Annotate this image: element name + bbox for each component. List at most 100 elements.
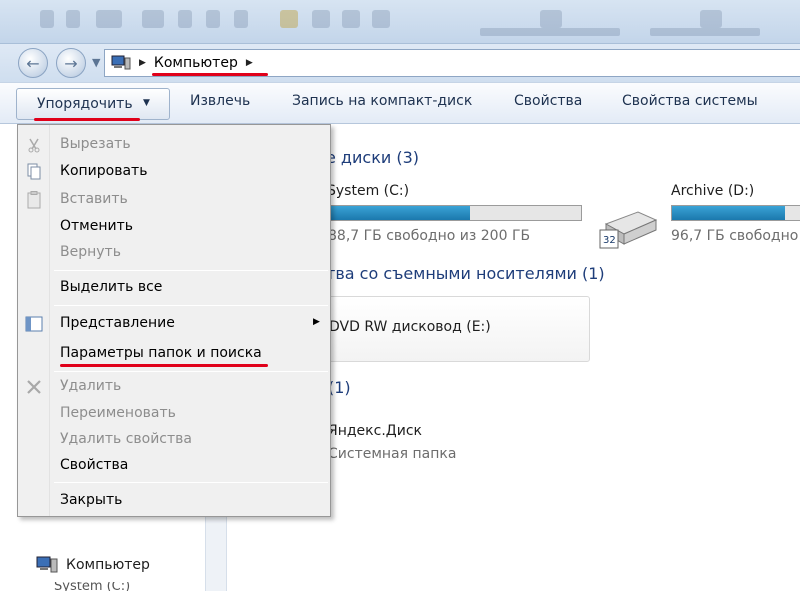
dvd-drive-name: DVD RW дисковод (E:): [329, 319, 491, 335]
yandex-disk-name[interactable]: Яндекс.Диск: [328, 423, 422, 439]
breadcrumb-separator-icon[interactable]: ▶: [139, 58, 146, 68]
blurred-tool-icon: [234, 10, 248, 28]
blurred-tool-icon: [312, 10, 330, 28]
menu-item-select-all[interactable]: Выделить все: [18, 277, 330, 299]
burn-disc-button[interactable]: Запись на компакт-диск: [292, 93, 472, 109]
hard-drive-icon[interactable]: 32: [598, 206, 660, 250]
blurred-tool-icon: [540, 10, 562, 28]
blurred-tool-icon: [372, 10, 390, 28]
group-header-other[interactable]: (1): [328, 378, 351, 397]
group-count: (1): [582, 264, 605, 283]
menu-item-view[interactable]: Представление ▶: [18, 313, 330, 335]
menu-label: Вырезать: [60, 136, 131, 152]
dropdown-arrow-icon: ▼: [143, 98, 150, 108]
drive-d-free-space: 96,7 ГБ свободно: [671, 228, 799, 244]
blurred-tool-icon: [96, 10, 122, 28]
blurred-tool-icon: [178, 10, 192, 28]
menu-item-properties[interactable]: Свойства: [18, 455, 330, 477]
group-header-removable[interactable]: тва со съемными носителями (1): [326, 264, 605, 283]
organize-label: Упорядочить: [37, 96, 133, 112]
drive-d-name[interactable]: Archive (D:): [671, 183, 754, 199]
highlight-underline: [152, 73, 268, 76]
menu-item-paste[interactable]: Вставить: [18, 189, 330, 211]
menu-item-folder-options[interactable]: Параметры папок и поиска: [18, 343, 330, 365]
menu-label: Удалить свойства: [60, 431, 192, 447]
computer-icon: [36, 556, 58, 573]
breadcrumb-computer[interactable]: Компьютер: [154, 55, 238, 71]
menu-label: Закрыть: [60, 492, 123, 508]
menu-item-redo[interactable]: Вернуть: [18, 242, 330, 264]
nav-item-computer[interactable]: Компьютер: [36, 555, 150, 575]
blurred-tool-caption: [650, 28, 760, 36]
nav-system-drive-label: System (C:): [54, 582, 131, 591]
system-properties-button[interactable]: Свойства системы: [622, 93, 758, 109]
breadcrumb-separator-icon[interactable]: ▶: [246, 58, 253, 68]
drive-d-usage-fill: [672, 206, 786, 220]
menu-item-close[interactable]: Закрыть: [18, 490, 330, 512]
menu-label: Вставить: [60, 191, 128, 207]
blurred-tool-caption: [480, 28, 620, 36]
menu-label: Копировать: [60, 163, 148, 179]
group-header-hard-disks[interactable]: е диски (3): [326, 148, 419, 167]
menu-label: Переименовать: [60, 405, 176, 421]
drive-c-free-space: 88,7 ГБ свободно из 200 ГБ: [328, 228, 531, 244]
group-count: (1): [328, 378, 351, 397]
window-top-band: [0, 0, 800, 44]
menu-label: Параметры папок и поиска: [60, 345, 262, 361]
menu-item-rename[interactable]: Переименовать: [18, 403, 330, 425]
computer-icon: [111, 55, 131, 71]
group-title-hard-disks: е диски: [326, 148, 392, 167]
forward-arrow-icon: →: [64, 53, 78, 73]
drive-c-usage-bar: [328, 205, 582, 221]
back-arrow-icon: ←: [26, 53, 40, 73]
blurred-tool-icon: [342, 10, 360, 28]
blurred-tool-icon: [66, 10, 80, 28]
delete-x-icon: [24, 378, 44, 396]
nav-computer-label: Компьютер: [66, 557, 150, 573]
recent-pages-chevron-icon[interactable]: ▼: [92, 56, 100, 69]
forward-button[interactable]: →: [56, 48, 86, 78]
menu-item-cut[interactable]: Вырезать: [18, 134, 330, 156]
copy-icon: [24, 163, 44, 181]
menu-item-undo[interactable]: Отменить: [18, 216, 330, 238]
menu-separator: [54, 305, 328, 306]
drive-d-usage-bar: [671, 205, 800, 221]
address-bar-row: ← → ▼ ▶ Компьютер ▶: [0, 44, 800, 82]
svg-text:32: 32: [603, 235, 616, 246]
blurred-tool-icon: [40, 10, 54, 28]
group-title-removable: тва со съемными носителями: [326, 264, 577, 283]
menu-label: Свойства: [60, 457, 129, 473]
highlight-underline: [60, 364, 268, 367]
yandex-disk-type: Системная папка: [328, 446, 457, 462]
drive-c-usage-fill: [329, 206, 471, 220]
scissors-icon: [24, 136, 44, 154]
highlight-underline: [34, 118, 140, 121]
command-bar: Упорядочить ▼ Извлечь Запись на компакт-…: [0, 82, 800, 124]
nav-item-system-drive[interactable]: System (C:): [54, 582, 144, 591]
blurred-tool-icon: [206, 10, 220, 28]
organize-dropdown-menu: Вырезать Копировать Вставить Отменить Ве…: [17, 124, 331, 517]
organize-button[interactable]: Упорядочить ▼: [16, 88, 170, 120]
group-count: (3): [396, 148, 420, 167]
blurred-tool-icon: [142, 10, 164, 28]
layout-icon: [24, 315, 44, 333]
drive-c-name[interactable]: System (C:): [327, 183, 409, 199]
menu-label: Вернуть: [60, 244, 121, 260]
back-button[interactable]: ←: [18, 48, 48, 78]
menu-label: Отменить: [60, 218, 134, 234]
menu-item-delete[interactable]: Удалить: [18, 376, 330, 398]
clipboard-icon: [24, 191, 44, 209]
eject-button[interactable]: Извлечь: [190, 93, 250, 109]
dvd-drive-tile[interactable]: DVD RW дисковод (E:): [318, 296, 590, 362]
menu-label: Представление: [60, 315, 175, 331]
blurred-tool-icon: [280, 10, 298, 28]
menu-item-remove-properties[interactable]: Удалить свойства: [18, 429, 330, 451]
menu-separator: [54, 371, 328, 372]
menu-label: Выделить все: [60, 279, 163, 295]
menu-item-copy[interactable]: Копировать: [18, 161, 330, 183]
menu-separator: [54, 482, 328, 483]
menu-separator: [54, 270, 328, 271]
submenu-arrow-icon: ▶: [313, 317, 320, 327]
properties-button[interactable]: Свойства: [514, 93, 582, 109]
blurred-tool-icon: [700, 10, 722, 28]
